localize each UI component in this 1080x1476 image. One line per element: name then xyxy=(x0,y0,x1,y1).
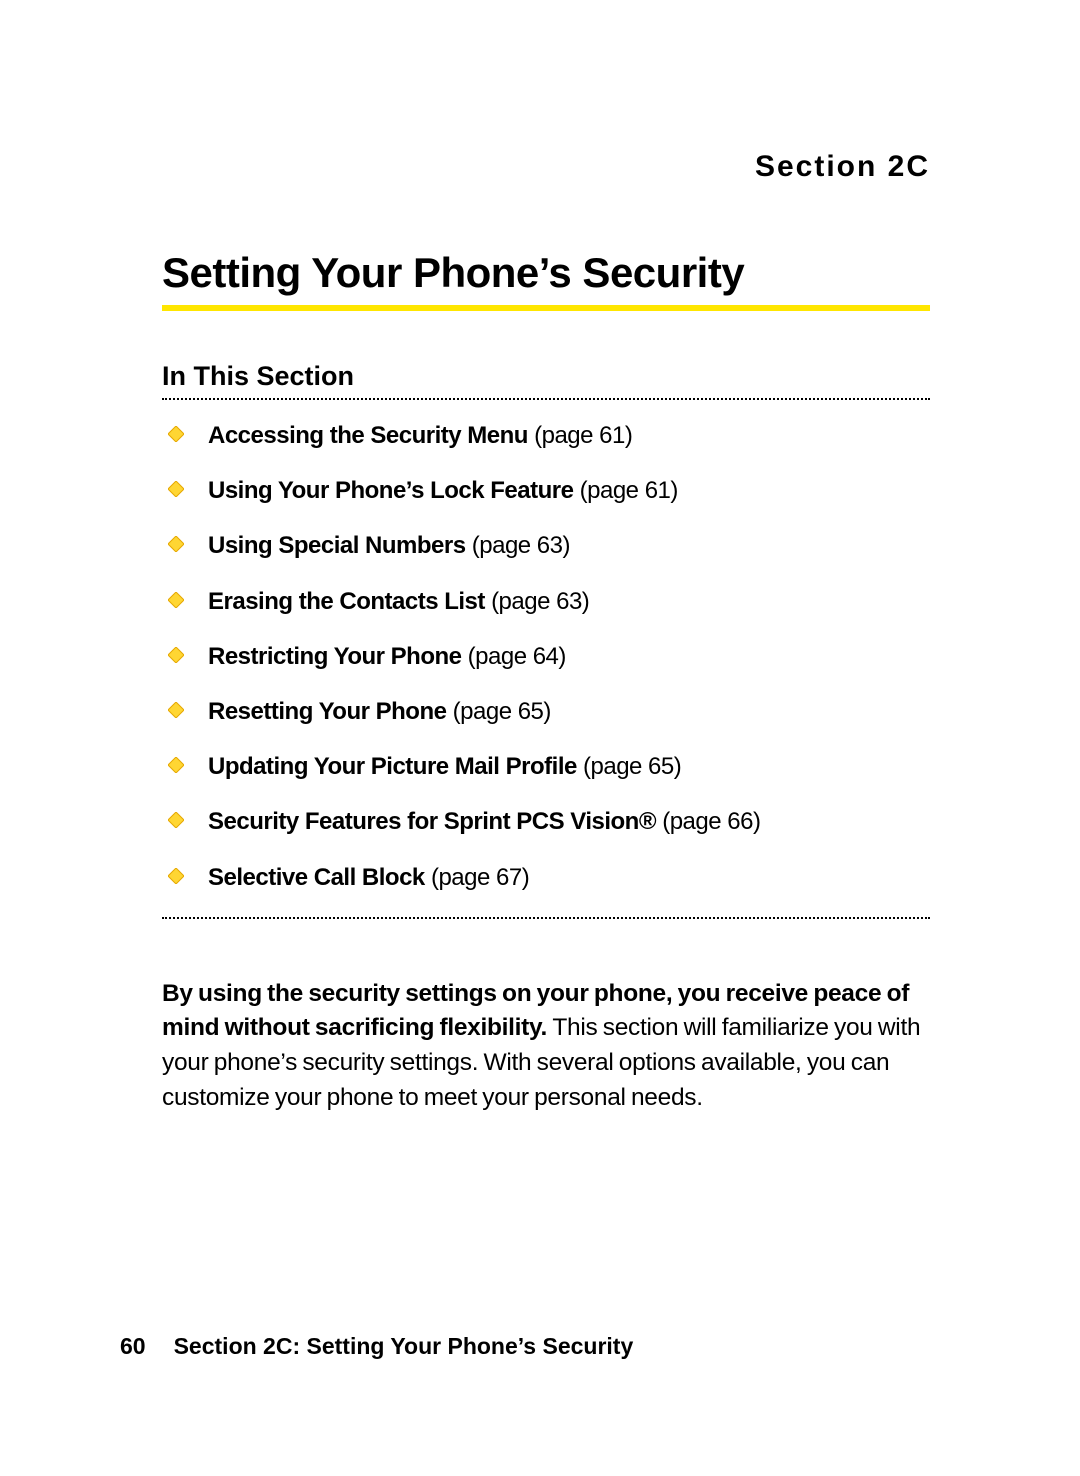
footer-text: Section 2C: Setting Your Phone’s Securit… xyxy=(174,1333,634,1359)
toc-text: Resetting Your Phone (page 65) xyxy=(208,696,551,727)
toc-page-ref: (page 61) xyxy=(580,477,678,504)
toc-title: Erasing the Contacts List xyxy=(208,588,485,615)
toc-title: Updating Your Picture Mail Profile xyxy=(208,753,577,780)
toc-item: Resetting Your Phone (page 65) xyxy=(162,696,930,727)
toc-item: Accessing the Security Menu (page 61) xyxy=(162,420,930,451)
section-label: Section 2C xyxy=(162,150,930,184)
toc-text: Security Features for Sprint PCS Vision®… xyxy=(208,806,760,837)
toc-title: Using Special Numbers xyxy=(208,532,466,559)
toc-item: Erasing the Contacts List (page 63) xyxy=(162,586,930,617)
dotted-rule-top xyxy=(162,398,930,400)
diamond-bullet-icon xyxy=(168,426,184,442)
diamond-bullet-icon xyxy=(168,868,184,884)
toc-item: Updating Your Picture Mail Profile (page… xyxy=(162,751,930,782)
toc-title: Selective Call Block xyxy=(208,864,425,891)
diamond-bullet-icon xyxy=(168,536,184,552)
manual-page: Section 2C Setting Your Phone’s Security… xyxy=(0,0,1080,1476)
page-footer: 60 Section 2C: Setting Your Phone’s Secur… xyxy=(120,1333,633,1360)
toc-page-ref: (page 63) xyxy=(491,588,589,615)
toc-item: Selective Call Block (page 67) xyxy=(162,862,930,893)
toc-text: Accessing the Security Menu (page 61) xyxy=(208,420,632,451)
toc-text: Updating Your Picture Mail Profile (page… xyxy=(208,751,681,782)
toc-page-ref: (page 61) xyxy=(534,422,632,449)
toc-text: Restricting Your Phone (page 64) xyxy=(208,641,566,672)
toc-page-ref: (page 67) xyxy=(431,864,529,891)
toc-page-ref: (page 65) xyxy=(453,698,551,725)
toc-title: Security Features for Sprint PCS Vision® xyxy=(208,808,656,835)
toc-page-ref: (page 65) xyxy=(583,753,681,780)
in-this-section-heading: In This Section xyxy=(162,361,930,392)
diamond-bullet-icon xyxy=(168,812,184,828)
title-underline xyxy=(162,305,930,311)
intro-paragraph: By using the security settings on your p… xyxy=(162,977,930,1116)
toc-page-ref: (page 64) xyxy=(468,643,566,670)
toc-item: Using Your Phone’s Lock Feature (page 61… xyxy=(162,475,930,506)
toc-text: Using Special Numbers (page 63) xyxy=(208,530,570,561)
toc-page-ref: (page 66) xyxy=(662,808,760,835)
toc-item: Restricting Your Phone (page 64) xyxy=(162,641,930,672)
diamond-bullet-icon xyxy=(168,481,184,497)
toc-title: Accessing the Security Menu xyxy=(208,422,528,449)
toc-item: Security Features for Sprint PCS Vision®… xyxy=(162,806,930,837)
footer-page-number: 60 xyxy=(120,1333,146,1359)
toc-page-ref: (page 63) xyxy=(472,532,570,559)
toc-title: Using Your Phone’s Lock Feature xyxy=(208,477,573,504)
toc-list: Accessing the Security Menu (page 61) Us… xyxy=(162,420,930,893)
toc-text: Using Your Phone’s Lock Feature (page 61… xyxy=(208,475,678,506)
diamond-bullet-icon xyxy=(168,647,184,663)
toc-title: Restricting Your Phone xyxy=(208,643,461,670)
toc-item: Using Special Numbers (page 63) xyxy=(162,530,930,561)
page-title: Setting Your Phone’s Security xyxy=(162,249,930,297)
toc-title: Resetting Your Phone xyxy=(208,698,446,725)
diamond-bullet-icon xyxy=(168,592,184,608)
diamond-bullet-icon xyxy=(168,702,184,718)
toc-text: Erasing the Contacts List (page 63) xyxy=(208,586,589,617)
toc-text: Selective Call Block (page 67) xyxy=(208,862,529,893)
diamond-bullet-icon xyxy=(168,757,184,773)
dotted-rule-bottom xyxy=(162,917,930,919)
